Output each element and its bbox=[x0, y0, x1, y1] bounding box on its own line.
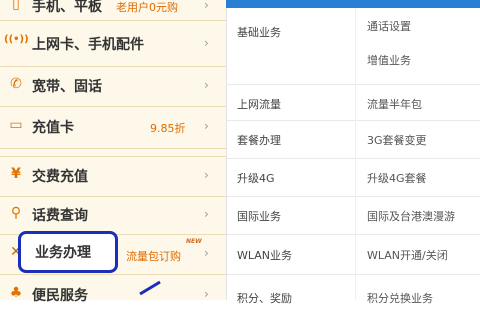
submenu-category: 积分、奖励 bbox=[237, 292, 292, 305]
submenu-link[interactable]: 增值业务 bbox=[367, 52, 411, 68]
submenu-category: 升级4G bbox=[237, 172, 275, 185]
submenu-row: 升级4G 升级4G套餐 bbox=[227, 158, 480, 197]
submenu-link[interactable]: 积分兑换业务 bbox=[367, 290, 433, 306]
column-divider bbox=[355, 234, 356, 274]
column-divider bbox=[355, 274, 356, 300]
submenu-row: 国际业务 国际及台港澳漫游 bbox=[227, 196, 480, 235]
submenu-category: 基础业务 bbox=[237, 26, 281, 39]
submenu-link[interactable]: 升级4G套餐 bbox=[367, 170, 427, 186]
submenu-category: 国际业务 bbox=[237, 210, 281, 223]
submenu-category: 套餐办理 bbox=[237, 134, 281, 147]
submenu-category: 上网流量 bbox=[237, 98, 281, 111]
submenu-row: WLAN业务 WLAN开通/关闭 bbox=[227, 234, 480, 275]
submenu-link[interactable]: 3G套餐变更 bbox=[367, 132, 427, 148]
submenu-row: 上网流量 流量半年包 bbox=[227, 84, 480, 121]
submenu-link[interactable]: 流量半年包 bbox=[367, 96, 422, 112]
column-divider bbox=[355, 158, 356, 196]
annotation-arrow bbox=[139, 280, 161, 296]
submenu-link[interactable]: 通话设置 bbox=[367, 18, 411, 34]
column-divider bbox=[355, 120, 356, 158]
column-divider bbox=[355, 196, 356, 234]
submenu-link[interactable]: WLAN开通/关闭 bbox=[367, 247, 448, 263]
top-bar bbox=[226, 0, 480, 8]
submenu-row: 套餐办理 3G套餐变更 bbox=[227, 120, 480, 159]
submenu-row: 基础业务 通话设置 增值业务 bbox=[227, 8, 480, 85]
submenu-link[interactable]: 国际及台港澳漫游 bbox=[367, 208, 455, 224]
submenu-row: 积分、奖励 积分兑换业务 bbox=[227, 274, 480, 305]
column-divider bbox=[355, 84, 356, 120]
left-menu: ▯ 手机、平板 老用户0元购 › ((•)) 上网卡、手机配件 › ✆ 宽带、固… bbox=[0, 0, 226, 304]
submenu-category: WLAN业务 bbox=[237, 249, 293, 262]
submenu-panel: 基础业务 通话设置 增值业务 上网流量 流量半年包 套餐办理 3G套餐变更 升级… bbox=[226, 8, 480, 305]
column-divider bbox=[355, 8, 356, 84]
